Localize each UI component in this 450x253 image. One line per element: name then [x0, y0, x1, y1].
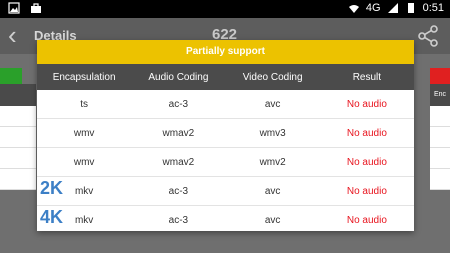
table-header: Encapsulation Audio Coding Video Coding …: [37, 64, 414, 90]
background-row: [0, 106, 36, 127]
background-row: [430, 106, 450, 127]
header-encapsulation: Encapsulation: [52, 71, 116, 83]
header-video-coding: Video Coding: [242, 71, 303, 83]
dialog-title: Partially support: [37, 40, 414, 64]
cell-video: wmv2: [259, 156, 286, 168]
table-row: 4K mkv ac-3 avc No audio: [37, 206, 414, 231]
background-table-header: Enc: [430, 84, 450, 106]
background-row: [0, 169, 36, 190]
background-row: [430, 127, 450, 148]
cell-encapsulation: wmv: [73, 156, 95, 168]
background-tab-marker: [0, 68, 22, 84]
bag-notification-icon: [31, 3, 41, 13]
cell-result: No audio: [346, 214, 387, 226]
table-row: ts ac-3 avc No audio: [37, 90, 414, 119]
background-table-header: [0, 84, 36, 106]
resolution-badge: 4K: [40, 207, 64, 227]
table-row: 2K mkv ac-3 avc No audio: [37, 177, 414, 206]
status-bar: 4G 0:51: [0, 0, 450, 18]
cell-audio: ac-3: [168, 185, 189, 197]
header-audio-coding: Audio Coding: [148, 71, 209, 83]
image-notification-icon: [8, 2, 20, 14]
cell-video: avc: [264, 214, 281, 226]
network-label: 4G: [365, 2, 381, 14]
support-dialog: Partially support Encapsulation Audio Co…: [37, 40, 414, 231]
cell-audio: wmav2: [162, 156, 195, 168]
cell-encapsulation: ts: [80, 98, 89, 110]
background-tab-marker: [430, 68, 450, 84]
share-icon[interactable]: [416, 24, 440, 48]
cell-encapsulation: wmv: [73, 127, 95, 139]
header-result: Result: [352, 71, 382, 83]
clock: 0:51: [422, 2, 444, 14]
background-row: [430, 148, 450, 169]
resolution-badge: 2K: [40, 178, 64, 198]
background-row: [0, 127, 36, 148]
cell-audio: wmav2: [162, 127, 195, 139]
table-row: wmv wmav2 wmv2 No audio: [37, 148, 414, 177]
cell-result: No audio: [346, 127, 387, 139]
cell-video: avc: [264, 98, 281, 110]
cell-result: No audio: [346, 185, 387, 197]
cell-result: No audio: [346, 156, 387, 168]
back-arrow-icon[interactable]: ‹: [8, 22, 17, 48]
table-row: wmv wmav2 wmv3 No audio: [37, 119, 414, 148]
background-row: [430, 169, 450, 190]
cell-video: avc: [264, 185, 281, 197]
wifi-icon: [348, 5, 359, 13]
cell-video: wmv3: [259, 127, 286, 139]
battery-icon: [407, 3, 414, 13]
cell-audio: ac-3: [168, 214, 189, 226]
signal-icon: [387, 3, 398, 13]
background-row: [0, 148, 36, 169]
cell-audio: ac-3: [168, 98, 189, 110]
cell-result: No audio: [346, 98, 387, 110]
